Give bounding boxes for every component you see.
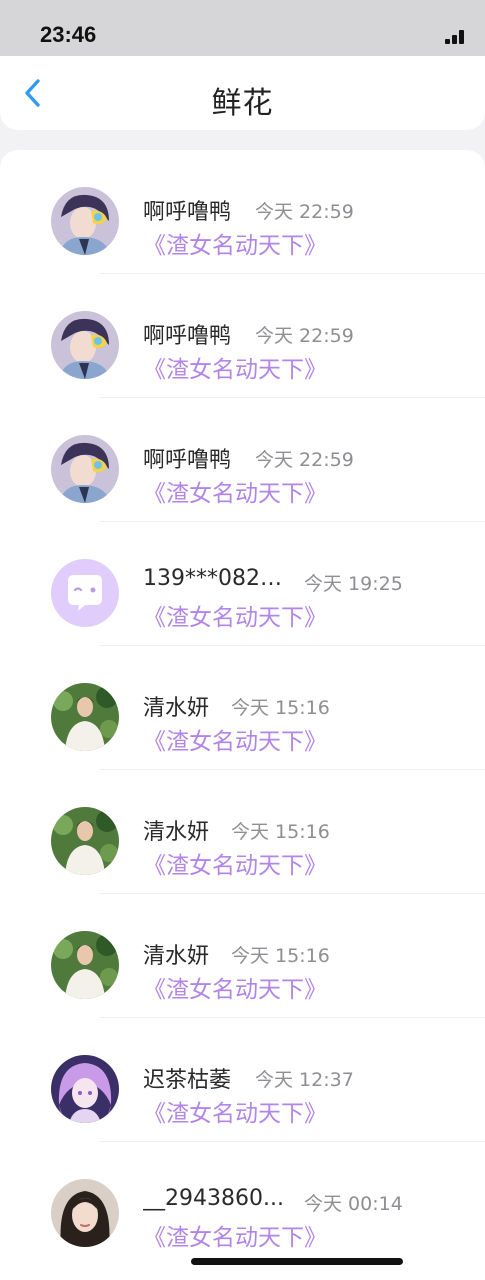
list-item[interactable]: 迟茶枯萎 今天 12:37 《渣女名动天下》 — [0, 1018, 485, 1142]
purple-girl-avatar — [51, 1055, 119, 1123]
sender-name: 清水妍 — [143, 944, 210, 969]
list-item[interactable]: 啊呼噜鸭 今天 22:59 《渣女名动天下》 — [0, 150, 485, 274]
timestamp: 今天 22:59 — [255, 201, 354, 223]
book-title[interactable]: 《渣女名动天下》 — [143, 350, 327, 384]
timestamp: 今天 15:16 — [231, 821, 330, 843]
sender-name: 清水妍 — [143, 696, 210, 721]
list-item[interactable]: 清水妍 今天 15:16 《渣女名动天下》 — [0, 770, 485, 894]
man-green-avatar — [51, 683, 119, 751]
list-item[interactable]: 啊呼噜鸭 今天 22:59 《渣女名动天下》 — [0, 274, 485, 398]
list-item[interactable]: 清水妍 今天 15:16 《渣女名动天下》 — [0, 646, 485, 770]
list-item[interactable]: __2943860... 今天 00:14 《渣女名动天下》 — [0, 1142, 485, 1266]
nav-bar: 鲜花 — [0, 56, 485, 130]
woman-photo-avatar — [51, 1179, 119, 1247]
sender-name: 清水妍 — [143, 820, 210, 845]
home-indicator — [191, 1258, 403, 1265]
sender-name: 139***082_... — [143, 566, 291, 591]
sender-name: 啊呼噜鸭 — [143, 448, 232, 473]
man-green-avatar — [51, 931, 119, 999]
book-title[interactable]: 《渣女名动天下》 — [143, 474, 327, 508]
timestamp: 今天 15:16 — [231, 697, 330, 719]
sender-name: 迟茶枯萎 — [143, 1068, 232, 1093]
status-time: 23:46 — [40, 22, 97, 47]
timestamp: 今天 19:25 — [304, 573, 403, 595]
list-item[interactable]: 啊呼噜鸭 今天 22:59 《渣女名动天下》 — [0, 398, 485, 522]
anime-boy-avatar — [51, 435, 119, 503]
list-item[interactable]: 清水妍 今天 15:16 《渣女名动天下》 — [0, 894, 485, 1018]
status-bar: 23:46 — [0, 0, 485, 56]
sender-name: 啊呼噜鸭 — [143, 200, 232, 225]
book-title[interactable]: 《渣女名动天下》 — [143, 846, 327, 880]
book-title[interactable]: 《渣女名动天下》 — [143, 598, 327, 632]
timestamp: 今天 12:37 — [255, 1069, 354, 1091]
anime-boy-avatar — [51, 187, 119, 255]
list-item[interactable]: 139***082_... 今天 19:25 《渣女名动天下》 — [0, 522, 485, 646]
man-green-avatar — [51, 807, 119, 875]
book-title[interactable]: 《渣女名动天下》 — [143, 722, 327, 756]
gift-list: 啊呼噜鸭 今天 22:59 《渣女名动天下》 啊呼噜鸭 今天 22:59 《渣女… — [0, 150, 485, 1280]
timestamp: 今天 22:59 — [255, 449, 354, 471]
book-title[interactable]: 《渣女名动天下》 — [143, 226, 327, 260]
timestamp: 今天 22:59 — [255, 325, 354, 347]
default-chat-avatar — [51, 559, 119, 627]
anime-boy-avatar — [51, 311, 119, 379]
sender-name: __2943860... — [143, 1186, 284, 1211]
book-title[interactable]: 《渣女名动天下》 — [143, 1218, 327, 1252]
page-title: 鲜花 — [211, 86, 274, 121]
timestamp: 今天 00:14 — [304, 1193, 403, 1215]
sender-name: 啊呼噜鸭 — [143, 324, 232, 349]
timestamp: 今天 15:16 — [231, 945, 330, 967]
book-title[interactable]: 《渣女名动天下》 — [143, 1094, 327, 1128]
book-title[interactable]: 《渣女名动天下》 — [143, 970, 327, 1004]
signal-icon — [445, 30, 467, 44]
